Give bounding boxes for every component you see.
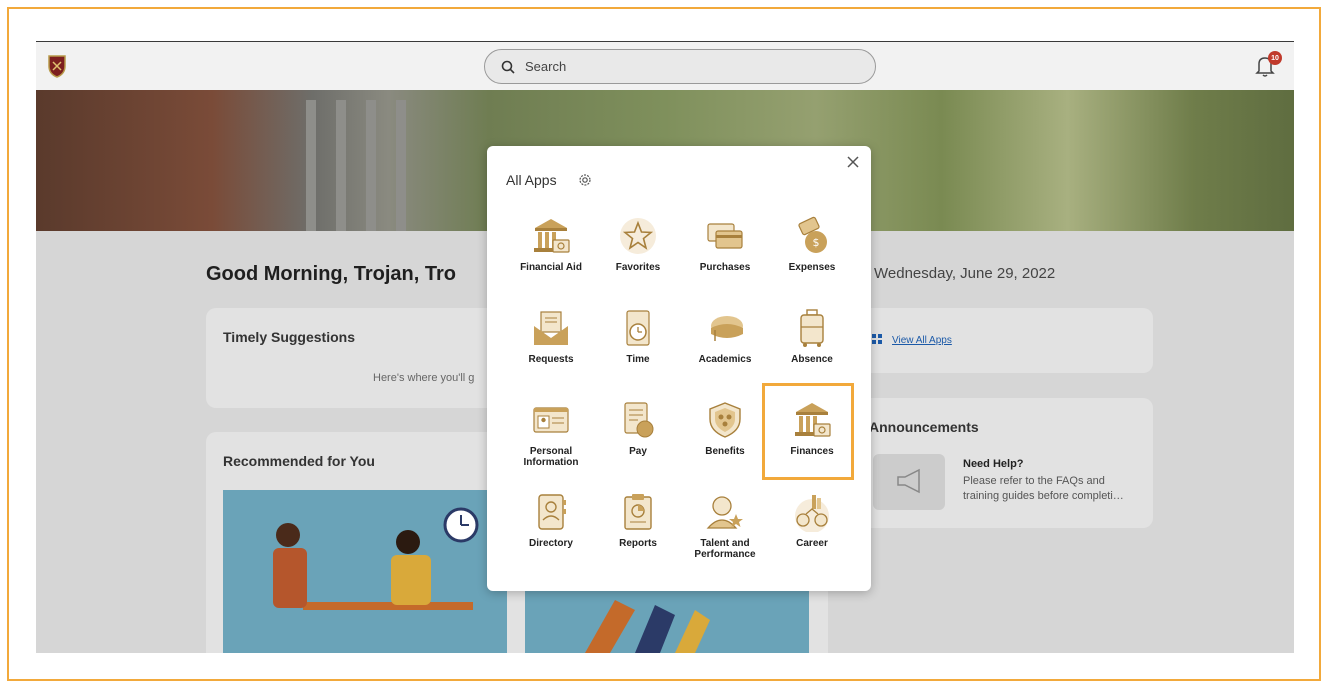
app-label: Talent and Performance bbox=[694, 538, 756, 560]
hero-pillar bbox=[366, 100, 376, 231]
search-input[interactable]: Search bbox=[484, 49, 876, 84]
star-icon bbox=[620, 218, 656, 254]
hero-pillar bbox=[336, 100, 346, 231]
recommended-title: Recommended for You bbox=[223, 453, 375, 469]
app-personal-information[interactable]: Personal Information bbox=[508, 396, 594, 486]
search-placeholder: Search bbox=[525, 59, 567, 74]
app-label: Directory bbox=[529, 538, 573, 549]
hero-pillar bbox=[396, 100, 406, 231]
greeting-heading: Good Morning, Trojan, Tro bbox=[206, 263, 456, 285]
app-label: Purchases bbox=[699, 262, 751, 273]
credit-card-icon bbox=[707, 223, 743, 249]
university-logo[interactable] bbox=[47, 54, 67, 78]
bank-money-icon bbox=[534, 219, 570, 253]
address-book-icon bbox=[538, 494, 566, 530]
hero-pillar bbox=[306, 100, 316, 231]
app-label: Financial Aid bbox=[520, 262, 582, 273]
app-reports[interactable]: Reports bbox=[595, 488, 681, 578]
megaphone-icon bbox=[897, 468, 920, 494]
app-label: Time bbox=[626, 354, 650, 365]
app-label: Reports bbox=[619, 538, 657, 549]
need-help-text: Please refer to the FAQs and training gu… bbox=[963, 475, 1124, 502]
app-label: Academics bbox=[698, 354, 752, 365]
app-label: Benefits bbox=[705, 446, 745, 457]
app-time[interactable]: Time bbox=[595, 304, 681, 394]
modal-title: All Apps bbox=[506, 172, 557, 188]
current-date: Wednesday, June 29, 2022 bbox=[874, 265, 1056, 282]
grid-icon bbox=[872, 334, 882, 344]
app-requests[interactable]: Requests bbox=[508, 304, 594, 394]
recommended-illustration[interactable] bbox=[223, 490, 507, 653]
payslip-icon bbox=[624, 402, 654, 438]
gear-icon[interactable] bbox=[578, 173, 592, 187]
app-label: Favorites bbox=[615, 262, 661, 273]
search-icon bbox=[501, 60, 515, 74]
notification-badge: 10 bbox=[1268, 51, 1282, 65]
app-label: Requests bbox=[528, 354, 574, 365]
person-star-icon bbox=[706, 496, 743, 529]
envelope-icon bbox=[534, 311, 568, 345]
app-favorites[interactable]: Favorites bbox=[595, 212, 681, 302]
announcements-title: Announcements bbox=[869, 419, 979, 435]
app-directory[interactable]: Directory bbox=[508, 488, 594, 578]
app-label: Personal Information bbox=[523, 446, 579, 468]
career-ladder-icon bbox=[795, 495, 829, 532]
app-label: Career bbox=[796, 538, 828, 549]
timely-suggestions-text: Here's where you'll g bbox=[373, 372, 475, 384]
finances-highlight-box bbox=[762, 383, 854, 480]
app-expenses[interactable]: $ Expenses bbox=[769, 212, 855, 302]
money-bag-icon: $ bbox=[798, 216, 827, 253]
graduation-cap-icon bbox=[711, 316, 743, 341]
app-benefits[interactable]: Benefits bbox=[682, 396, 768, 486]
app-talent-and-performance[interactable]: Talent and Performance bbox=[682, 488, 768, 578]
app-absence[interactable]: Absence bbox=[769, 304, 855, 394]
announcements-card: Announcements Need Help? Please refer to… bbox=[856, 398, 1153, 528]
svg-text:$: $ bbox=[813, 236, 820, 249]
timely-suggestions-title: Timely Suggestions bbox=[223, 329, 355, 345]
app-label: Absence bbox=[791, 354, 833, 365]
clipboard-chart-icon bbox=[624, 494, 652, 530]
app-financial-aid[interactable]: Financial Aid bbox=[508, 212, 594, 302]
close-icon[interactable] bbox=[846, 155, 860, 169]
app-pay[interactable]: Pay bbox=[595, 396, 681, 486]
meeting-illustration-icon bbox=[273, 507, 479, 610]
app-academics[interactable]: Academics bbox=[682, 304, 768, 394]
shield-icon bbox=[709, 402, 741, 438]
view-all-apps-card: View All Apps bbox=[856, 308, 1153, 373]
app-purchases[interactable]: Purchases bbox=[682, 212, 768, 302]
id-card-icon bbox=[533, 407, 569, 433]
app-career[interactable]: Career bbox=[769, 488, 855, 578]
app-label: Expenses bbox=[788, 262, 836, 273]
view-all-apps-link[interactable]: View All Apps bbox=[892, 335, 952, 346]
need-help-title[interactable]: Need Help? bbox=[963, 458, 1024, 470]
top-bar: Search 10 bbox=[36, 41, 1294, 90]
all-apps-modal: All Apps Financial Aid Favorites Purchas… bbox=[487, 146, 871, 591]
announcement-thumbnail[interactable] bbox=[873, 454, 945, 510]
clock-icon bbox=[626, 310, 650, 346]
app-label: Pay bbox=[629, 446, 647, 457]
luggage-icon bbox=[800, 309, 824, 347]
